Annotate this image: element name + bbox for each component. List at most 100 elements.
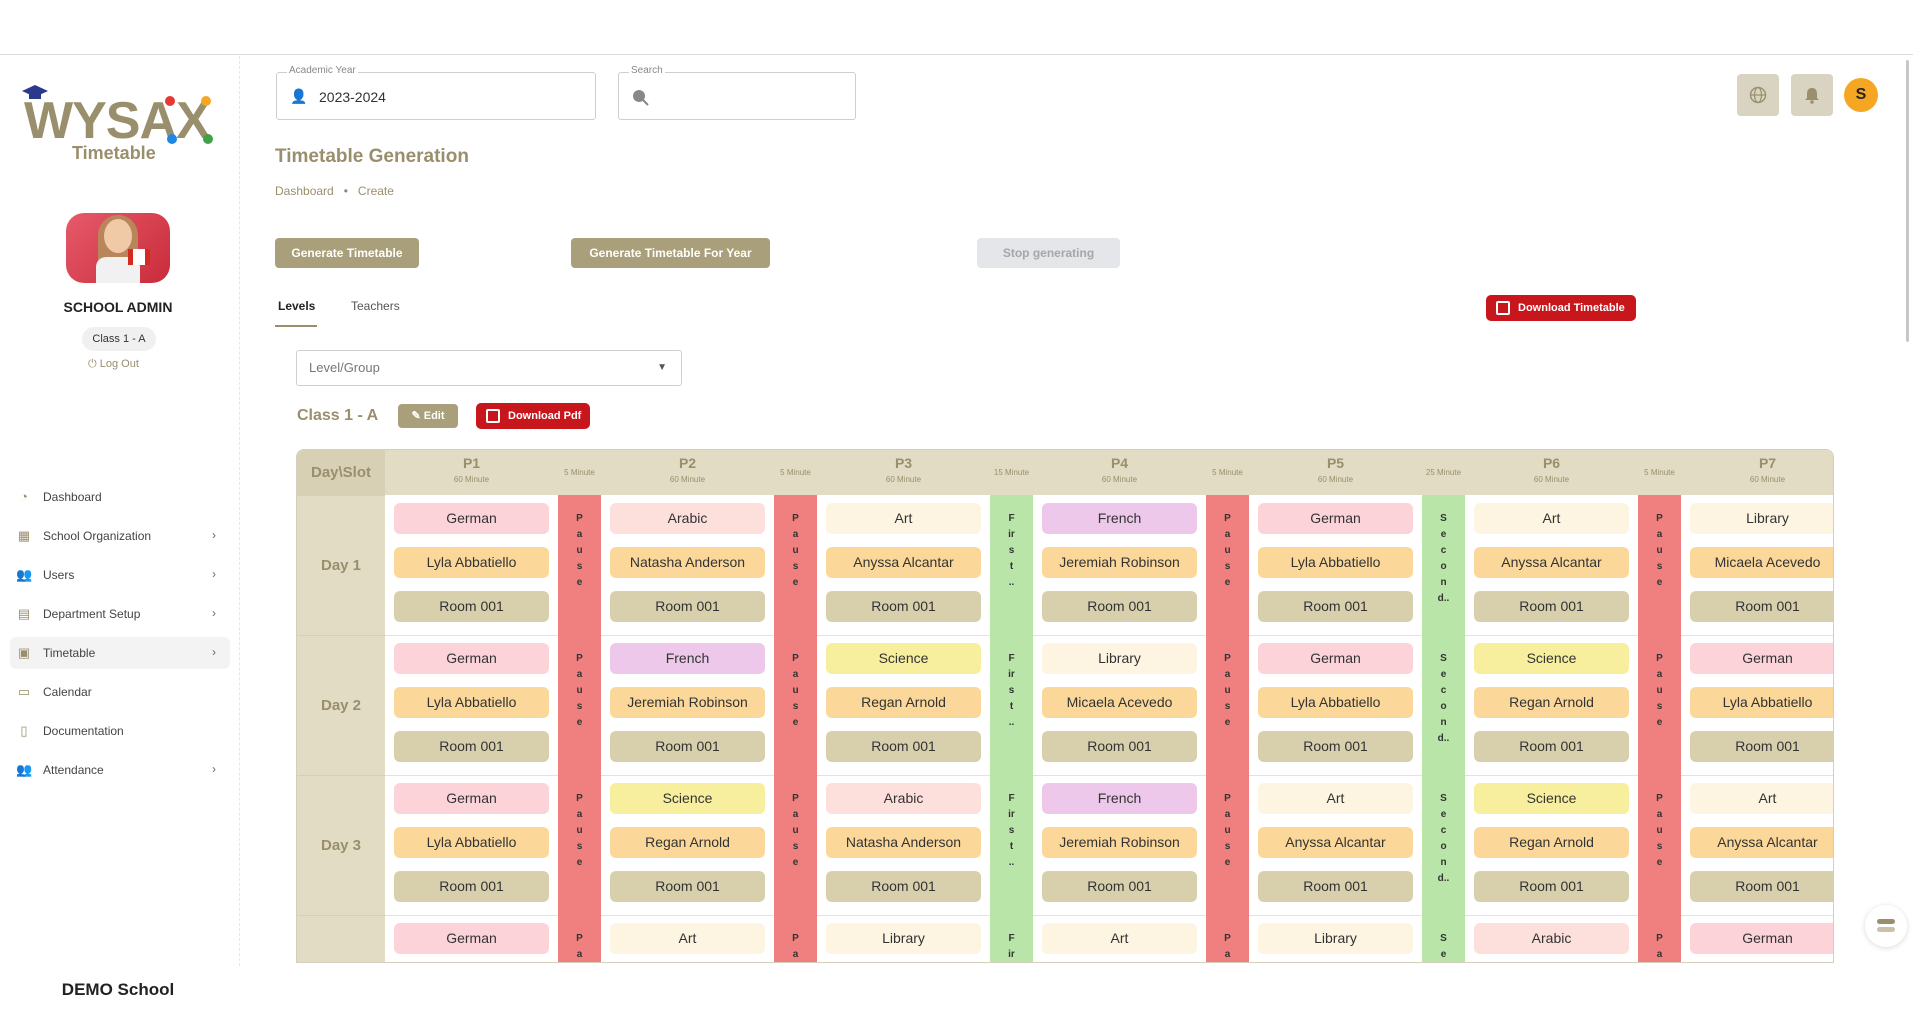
teacher-chip[interactable]: Anyssa Alcantar bbox=[1258, 827, 1413, 858]
subject-chip[interactable]: Science bbox=[1474, 643, 1629, 674]
teacher-chip[interactable]: Lyla Abbatiello bbox=[1258, 547, 1413, 578]
subject-chip[interactable]: Library bbox=[1042, 643, 1197, 674]
subject-chip[interactable]: German bbox=[394, 923, 549, 954]
room-chip[interactable]: Room 001 bbox=[394, 871, 549, 902]
subject-chip[interactable]: German bbox=[394, 643, 549, 674]
room-chip[interactable]: Room 001 bbox=[610, 871, 765, 902]
teacher-chip[interactable]: Lyla Abbatiello bbox=[394, 827, 549, 858]
room-chip[interactable]: Room 001 bbox=[1690, 591, 1833, 622]
subject-chip[interactable]: French bbox=[610, 643, 765, 674]
page-scrollbar[interactable] bbox=[1906, 60, 1909, 342]
teacher-chip[interactable]: Lyla Abbatiello bbox=[1258, 687, 1413, 718]
edit-button[interactable]: ✎ Edit bbox=[398, 404, 458, 428]
sidebar-item-dashboard[interactable]: ◔ Dashboard bbox=[10, 481, 230, 513]
subject-chip[interactable]: Art bbox=[1690, 783, 1833, 814]
subject-chip[interactable]: Science bbox=[826, 643, 981, 674]
sidebar-item-documentation[interactable]: ▯ Documentation bbox=[10, 715, 230, 747]
room-chip[interactable]: Room 001 bbox=[1474, 731, 1629, 762]
sidebar-item-department-setup[interactable]: ▤ Department Setup › bbox=[10, 598, 230, 630]
stop-generating-button[interactable]: Stop generating bbox=[977, 238, 1120, 268]
teacher-chip[interactable]: Regan Arnold bbox=[1474, 827, 1629, 858]
settings-float-button[interactable] bbox=[1865, 905, 1907, 947]
subject-chip[interactable]: Art bbox=[1258, 783, 1413, 814]
subject-chip[interactable]: Arabic bbox=[610, 503, 765, 534]
room-chip[interactable]: Room 001 bbox=[1474, 871, 1629, 902]
subject-chip[interactable]: French bbox=[1042, 783, 1197, 814]
subject-chip[interactable]: Science bbox=[610, 783, 765, 814]
room-chip[interactable]: Room 001 bbox=[610, 731, 765, 762]
subject-chip[interactable]: Art bbox=[1474, 503, 1629, 534]
sidebar-item-timetable[interactable]: ▣ Timetable › bbox=[10, 637, 230, 669]
room-chip[interactable]: Room 001 bbox=[1042, 871, 1197, 902]
sidebar-item-attendance[interactable]: 👥 Attendance › bbox=[10, 754, 230, 786]
logout-link[interactable]: ⏻ Log Out bbox=[88, 358, 139, 371]
breadcrumb-dashboard[interactable]: Dashboard bbox=[275, 184, 334, 198]
tab-teachers[interactable]: Teachers bbox=[351, 299, 400, 313]
subject-chip[interactable]: Art bbox=[1042, 923, 1197, 954]
room-chip[interactable]: Room 001 bbox=[1474, 591, 1629, 622]
teacher-chip[interactable]: Micaela Acevedo bbox=[1042, 687, 1197, 718]
subject-chip[interactable]: German bbox=[1690, 923, 1833, 954]
subject-chip[interactable]: German bbox=[1690, 643, 1833, 674]
room-chip[interactable]: Room 001 bbox=[394, 591, 549, 622]
teacher-chip[interactable]: Lyla Abbatiello bbox=[1690, 687, 1833, 718]
room-chip[interactable]: Room 001 bbox=[610, 591, 765, 622]
teacher-chip[interactable]: Regan Arnold bbox=[610, 827, 765, 858]
app-logo[interactable]: WYSAX Timetable bbox=[20, 85, 220, 171]
room-chip[interactable]: Room 001 bbox=[394, 731, 549, 762]
teacher-chip[interactable]: Regan Arnold bbox=[826, 687, 981, 718]
teacher-chip[interactable]: Jeremiah Robinson bbox=[1042, 827, 1197, 858]
subject-chip[interactable]: French bbox=[1042, 503, 1197, 534]
subject-chip[interactable]: German bbox=[394, 783, 549, 814]
subject-chip[interactable]: Library bbox=[1258, 923, 1413, 954]
subject-chip[interactable]: Arabic bbox=[1474, 923, 1629, 954]
teacher-chip[interactable]: Lyla Abbatiello bbox=[394, 547, 549, 578]
level-group-select[interactable]: Level/Group ▼ bbox=[296, 350, 682, 386]
teacher-chip[interactable]: Natasha Anderson bbox=[610, 547, 765, 578]
teacher-chip[interactable]: Lyla Abbatiello bbox=[394, 687, 549, 718]
room-chip[interactable]: Room 001 bbox=[1690, 871, 1833, 902]
subject-chip[interactable]: German bbox=[394, 503, 549, 534]
subject-chip[interactable]: Art bbox=[610, 923, 765, 954]
room-chip[interactable]: Room 001 bbox=[826, 591, 981, 622]
subject-chip[interactable]: Science bbox=[1474, 783, 1629, 814]
teacher-chip[interactable]: Anyssa Alcantar bbox=[826, 547, 981, 578]
notifications-button[interactable] bbox=[1791, 74, 1833, 116]
generate-timetable-year-button[interactable]: Generate Timetable For Year bbox=[571, 238, 770, 268]
room-chip[interactable]: Room 001 bbox=[1042, 591, 1197, 622]
room-chip[interactable]: Room 001 bbox=[826, 731, 981, 762]
teacher-chip[interactable]: Micaela Acevedo bbox=[1690, 547, 1833, 578]
teacher-chip[interactable]: Anyssa Alcantar bbox=[1690, 827, 1833, 858]
room-chip[interactable]: Room 001 bbox=[1258, 871, 1413, 902]
user-avatar[interactable]: S bbox=[1844, 78, 1878, 112]
academic-year-field[interactable]: Academic Year 👤 2023-2024 bbox=[276, 65, 596, 120]
generate-timetable-button[interactable]: Generate Timetable bbox=[275, 238, 419, 268]
teacher-chip[interactable]: Regan Arnold bbox=[1474, 687, 1629, 718]
language-button[interactable] bbox=[1737, 74, 1779, 116]
sidebar-item-users[interactable]: 👥 Users › bbox=[10, 559, 230, 591]
pencil-icon: ✎ bbox=[411, 410, 421, 422]
teacher-chip[interactable]: Jeremiah Robinson bbox=[1042, 547, 1197, 578]
subject-chip[interactable]: Library bbox=[1690, 503, 1833, 534]
tab-levels[interactable]: Levels bbox=[278, 299, 315, 313]
download-timetable-button[interactable]: Download Timetable bbox=[1486, 295, 1636, 321]
room-chip[interactable]: Room 001 bbox=[826, 871, 981, 902]
teacher-chip[interactable]: Jeremiah Robinson bbox=[610, 687, 765, 718]
sidebar-item-school-organization[interactable]: ▦ School Organization › bbox=[10, 520, 230, 552]
subject-chip[interactable]: Library bbox=[826, 923, 981, 954]
subject-chip[interactable]: Arabic bbox=[826, 783, 981, 814]
room-chip[interactable]: Room 001 bbox=[1258, 731, 1413, 762]
room-chip[interactable]: Room 001 bbox=[1690, 731, 1833, 762]
room-chip[interactable]: Room 001 bbox=[1258, 591, 1413, 622]
room-chip[interactable]: Room 001 bbox=[1042, 731, 1197, 762]
subject-chip[interactable]: Art bbox=[826, 503, 981, 534]
subject-chip[interactable]: German bbox=[1258, 503, 1413, 534]
subject-chip[interactable]: German bbox=[1258, 643, 1413, 674]
break-duration: 5 Minute bbox=[1212, 468, 1243, 477]
download-pdf-button[interactable]: Download Pdf bbox=[476, 403, 590, 429]
sidebar-item-calendar[interactable]: ▭ Calendar bbox=[10, 676, 230, 708]
search-field[interactable]: Search bbox=[618, 65, 856, 120]
teacher-chip[interactable]: Anyssa Alcantar bbox=[1474, 547, 1629, 578]
users-icon: 👥 bbox=[16, 567, 33, 582]
teacher-chip[interactable]: Natasha Anderson bbox=[826, 827, 981, 858]
